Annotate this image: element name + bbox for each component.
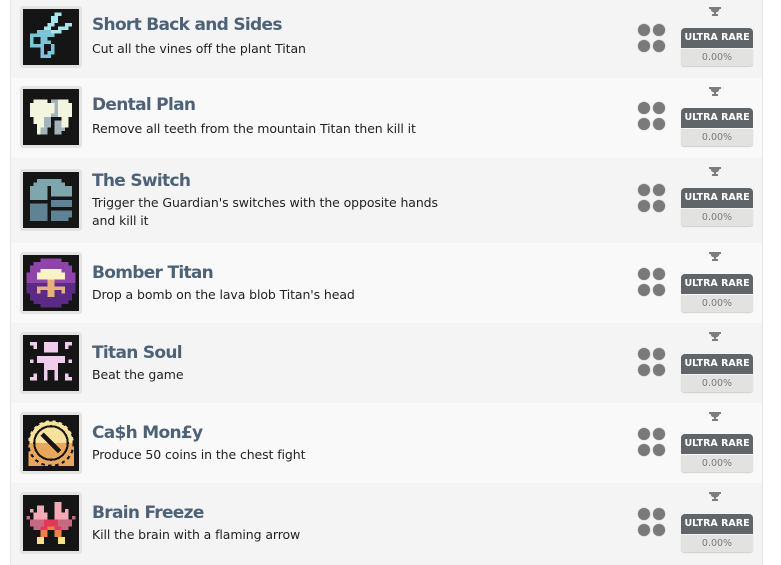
achievement-row[interactable]: Titan Soul Beat the game ULTRA RARE 0.00… [11, 323, 762, 403]
progress-dots-icon [638, 348, 666, 376]
mushroom-cloud-icon [20, 252, 82, 314]
rarity-badge: ULTRA RARE [681, 188, 753, 208]
trophy-icon [709, 252, 721, 261]
achievement-description: Cut all the vines off the plant Titan [92, 41, 306, 56]
trophy-icon [709, 7, 721, 16]
titan-soul-figure-icon [20, 332, 82, 394]
trophy-icon [709, 332, 721, 341]
progress-dots-icon [638, 268, 666, 296]
rarity-badge: ULTRA RARE [681, 28, 753, 48]
rarity-badge: ULTRA RARE [681, 354, 753, 374]
achievement-description: Remove all teeth from the mountain Titan… [92, 121, 416, 136]
achievement-title: Bomber Titan [92, 263, 214, 283]
unlock-percentage: 0.00% [681, 375, 753, 392]
achievement-title: Titan Soul [92, 343, 183, 363]
scissors-icon [20, 6, 82, 68]
progress-dots-icon [638, 428, 666, 456]
achievement-row[interactable]: Brain Freeze Kill the brain with a flami… [11, 483, 762, 565]
progress-dots-icon [638, 184, 666, 212]
achievement-title: Ca$h Mon£y [92, 423, 203, 443]
rarity-badge: ULTRA RARE [681, 514, 753, 534]
achievement-row[interactable]: Bomber Titan Drop a bomb on the lava blo… [11, 243, 762, 323]
tooth-icon [20, 86, 82, 148]
rarity-badge: ULTRA RARE [681, 108, 753, 128]
progress-dots-icon [638, 102, 666, 130]
unlock-percentage: 0.00% [681, 535, 753, 552]
guardian-switch-icon [20, 169, 82, 231]
achievement-description: Produce 50 coins in the chest fight [92, 447, 306, 462]
unlock-percentage: 0.00% [681, 129, 753, 146]
achievement-description: Kill the brain with a flaming arrow [92, 527, 301, 542]
unlock-percentage: 0.00% [681, 455, 753, 472]
progress-dots-icon [638, 508, 666, 536]
unlock-percentage: 0.00% [681, 295, 753, 312]
flaming-brain-icon [20, 492, 82, 554]
achievement-title: Short Back and Sides [92, 15, 282, 35]
rarity-badge: ULTRA RARE [681, 434, 753, 454]
achievement-row[interactable]: Short Back and Sides Cut all the vines o… [11, 0, 762, 78]
achievement-title: The Switch [92, 171, 191, 191]
trophy-icon [709, 87, 721, 96]
coin-icon [20, 412, 82, 474]
trophy-icon [709, 167, 721, 176]
achievement-row[interactable]: Ca$h Mon£y Produce 50 coins in the chest… [11, 403, 762, 483]
achievement-description: Beat the game [92, 367, 184, 382]
trophy-icon [709, 412, 721, 421]
achievement-description: Drop a bomb on the lava blob Titan's hea… [92, 287, 355, 302]
achievement-description: Trigger the Guardian's switches with the… [92, 195, 438, 228]
achievement-list: Short Back and Sides Cut all the vines o… [10, 0, 763, 565]
unlock-percentage: 0.00% [681, 49, 753, 66]
achievement-row[interactable]: The Switch Trigger the Guardian's switch… [11, 158, 762, 243]
achievement-row[interactable]: Dental Plan Remove all teeth from the mo… [11, 78, 762, 158]
rarity-badge: ULTRA RARE [681, 274, 753, 294]
trophy-icon [709, 492, 721, 501]
unlock-percentage: 0.00% [681, 209, 753, 226]
progress-dots-icon [638, 24, 666, 52]
achievement-title: Dental Plan [92, 95, 196, 115]
achievement-title: Brain Freeze [92, 503, 204, 523]
